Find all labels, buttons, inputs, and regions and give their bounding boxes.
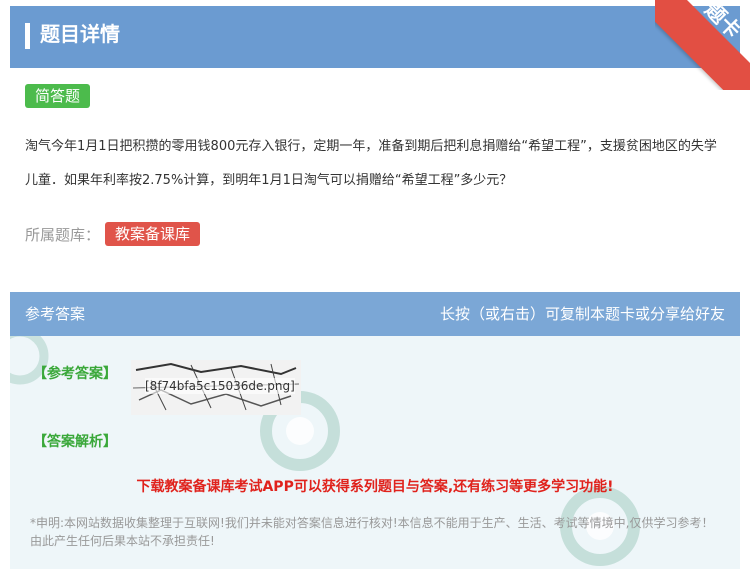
header-accent-bar	[25, 23, 30, 49]
answer-image-filename: [8f74bfa5c15036de.png]	[145, 378, 295, 394]
question-header: 题目详情	[10, 6, 740, 68]
question-bank-label: 所属题库：	[25, 226, 101, 244]
disclaimer-text: *申明:本网站数据收集整理于互联网!我们并未能对答案信息进行核对!本信息不能用于…	[30, 516, 714, 548]
question-type-tag: 简答题	[25, 84, 91, 108]
reference-answer-label: 【参考答案】	[33, 366, 117, 382]
answer-image: [8f74bfa5c15036de.png]	[131, 360, 301, 415]
answer-section-title: 参考答案	[25, 305, 86, 323]
share-hint: 长按（或右击）可复制本题卡或分享给好友	[439, 305, 725, 323]
question-text: 淘气今年1月1日把积攒的零用钱800元存入银行，定期一年，准备到期后把利息捐赠给…	[25, 139, 717, 188]
question-bank-link[interactable]: 教案备课库	[105, 222, 201, 246]
question-card-corner-button[interactable]: 题卡	[655, 0, 750, 90]
page-title: 题目详情	[40, 22, 120, 46]
answer-header: 参考答案 长按（或右击）可复制本题卡或分享给好友	[10, 292, 740, 336]
answer-analysis-label: 【答案解析】	[33, 434, 117, 450]
download-app-promo[interactable]: 下载教案备课库考试APP可以获得系列题目与答案,还有练习等更多学习功能!	[0, 476, 750, 498]
